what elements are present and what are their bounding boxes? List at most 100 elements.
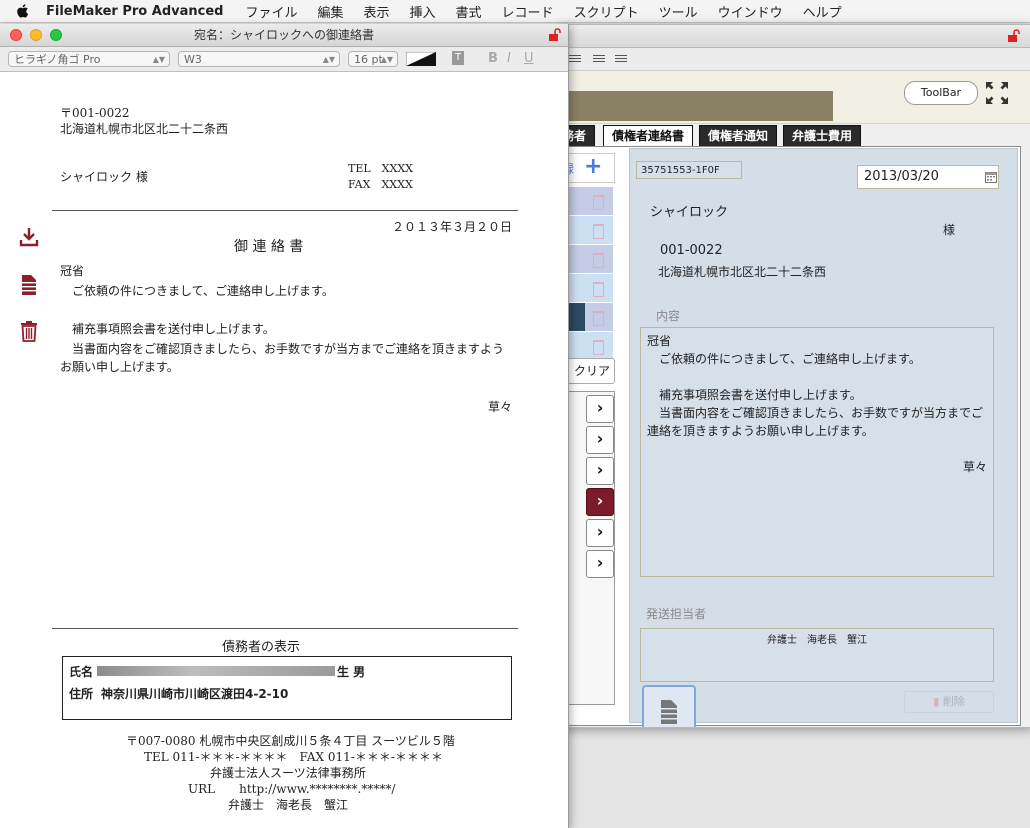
footer-line: 弁護士 海老長 蟹江: [228, 798, 349, 812]
chevron-right-icon[interactable]: ›: [586, 457, 614, 485]
font-weight-value: W3: [184, 53, 202, 66]
footer-line: 弁護士法人スーツ法律事務所: [210, 766, 366, 780]
content-line: 当書面内容をご確認頂きましたら、お手数ですが当方までご: [647, 406, 984, 420]
debtor-address: 神奈川県川崎市川崎区渡田4-2-10: [101, 687, 289, 701]
underline-button[interactable]: U: [524, 51, 534, 66]
menu-tools[interactable]: ツール: [659, 2, 698, 21]
content-field[interactable]: 冠省 ご依頼の件につきまして、ご連絡申し上げます。 補充事項照会書を送付申し上げ…: [640, 327, 994, 577]
navigation-list: › › › › › ›: [561, 391, 615, 705]
minimize-button[interactable]: [30, 29, 42, 41]
app-name-menu[interactable]: FileMaker Pro Advanced: [46, 4, 223, 19]
letter-body-line: ご依頼の件につきまして、ご連絡申し上げます。: [60, 284, 334, 298]
sender-field[interactable]: 弁護士 海老長 蟹江: [640, 628, 994, 682]
trash-icon[interactable]: [593, 311, 604, 326]
align-center-icon[interactable]: [569, 55, 581, 64]
letter-address: 北海道札幌市北区北二十二条西: [60, 122, 229, 136]
date-field[interactable]: 2013/03/20: [857, 165, 999, 189]
trash-icon[interactable]: [593, 340, 604, 355]
font-family-select[interactable]: ヒラギノ角ゴ Pro ▲▼: [8, 51, 170, 67]
unlock-icon[interactable]: [1007, 29, 1021, 43]
letter-body-line: 冠省: [60, 264, 85, 278]
chevron-updown-icon: ▲▼: [152, 55, 165, 64]
add-record-area: 録 +: [561, 153, 615, 183]
trash-icon: ▮: [933, 695, 943, 708]
debtor-box: 氏名 生 男 住所 神奈川県川崎市川崎区渡田4-2-10: [62, 656, 512, 720]
menu-file[interactable]: ファイル: [245, 2, 297, 21]
sender-label: 発送担当者: [646, 607, 707, 621]
menu-edit[interactable]: 編集: [317, 2, 343, 21]
add-icon[interactable]: +: [584, 154, 602, 179]
honorific: 様: [943, 223, 956, 237]
menu-format[interactable]: 書式: [456, 2, 482, 21]
content-label: 内容: [656, 309, 681, 323]
font-size-select[interactable]: 16 pt ▲▼: [348, 51, 398, 67]
letter-body-line: 当書面内容をご確認頂きましたら、お手数ですが当方までご連絡を頂きますよう: [60, 342, 505, 356]
file-stack-icon: [661, 700, 677, 724]
chevron-right-icon[interactable]: ›: [586, 395, 614, 423]
document-icon[interactable]: [18, 274, 40, 296]
chevron-right-icon[interactable]: ›: [586, 488, 614, 516]
toolbar-button[interactable]: ToolBar: [904, 81, 978, 105]
font-family-value: ヒラギノ角ゴ Pro: [14, 53, 101, 66]
italic-button[interactable]: I: [507, 51, 511, 66]
tab-creditor-notice[interactable]: 債権者通知: [699, 125, 778, 147]
menu-window[interactable]: ウインドウ: [718, 2, 783, 21]
close-button[interactable]: [10, 29, 22, 41]
header-band: [561, 91, 833, 121]
font-weight-select[interactable]: W3 ▲▼: [178, 51, 340, 67]
delete-label: 削除: [942, 695, 965, 708]
letter-recipient: シャイロック 様: [60, 170, 148, 184]
postal-code: 001-0022: [660, 243, 723, 258]
recipient-name: シャイロック: [650, 205, 729, 220]
detail-panel: 35751553-1F0F 2013/03/20 シャイロック 様 001-00…: [629, 148, 1018, 727]
chevron-updown-icon: ▲▼: [380, 55, 393, 64]
calendar-icon[interactable]: [985, 171, 997, 183]
trash-icon[interactable]: [593, 282, 604, 297]
unlock-icon[interactable]: [548, 28, 562, 42]
menu-records[interactable]: レコード: [502, 2, 554, 21]
download-icon[interactable]: [18, 226, 40, 248]
fullscreen-icon[interactable]: [985, 81, 1009, 105]
align-right-icon[interactable]: [593, 55, 605, 64]
align-justify-icon[interactable]: [615, 55, 627, 64]
letter-closing: 草々: [488, 400, 513, 414]
content-line: 冠省: [647, 334, 672, 348]
menu-help[interactable]: ヘルプ: [803, 2, 842, 21]
chevron-right-icon[interactable]: ›: [586, 550, 614, 578]
footer-line: URL http://www.********.*****/: [188, 782, 396, 796]
text-color-swatch[interactable]: [406, 52, 436, 66]
tab-attorney-fees[interactable]: 弁護士費用: [783, 125, 862, 147]
font-size-value: 16 pt: [354, 53, 383, 66]
letter-fax: FAX XXXX: [348, 178, 413, 191]
background-window: ToolBar 務者 債権者連絡書 債権者通知 弁護士費用 録 + クリア › …: [560, 24, 1030, 728]
apple-icon[interactable]: [14, 2, 32, 20]
text-style-icon[interactable]: T: [452, 51, 464, 65]
letter-body-line: 補充事項照会書を送付申し上げます。: [60, 322, 275, 336]
divider: [52, 628, 518, 629]
trash-icon[interactable]: [593, 195, 604, 210]
menu-bar: FileMaker Pro Advanced ファイル 編集 表示 挿入 書式 …: [0, 0, 1030, 23]
bold-button[interactable]: B: [488, 51, 498, 66]
letter-window: 宛名：シャイロックへの御連絡書 ヒラギノ角ゴ Pro ▲▼ W3 ▲▼ 16 pt ▲…: [0, 24, 569, 828]
debtor-name-label: 氏名: [69, 665, 94, 679]
trash-icon[interactable]: [593, 253, 604, 268]
delete-button[interactable]: ▮ 削除: [904, 691, 994, 713]
menu-insert[interactable]: 挿入: [410, 2, 436, 21]
trash-icon[interactable]: [18, 320, 40, 342]
trash-icon[interactable]: [593, 224, 604, 239]
footer-line: TEL 011-＊＊＊-＊＊＊＊ FAX 011-＊＊＊-＊＊＊＊: [144, 750, 443, 764]
window-titlebar: 宛名：シャイロックへの御連絡書: [0, 24, 568, 47]
clear-button[interactable]: クリア: [561, 358, 615, 384]
divider: [52, 210, 518, 211]
tab-strip: 務者 債権者連絡書 債権者通知 弁護士費用: [561, 125, 1030, 147]
content-line: 補充事項照会書を送付申し上げます。: [647, 388, 862, 402]
chevron-right-icon[interactable]: ›: [586, 519, 614, 547]
document-button[interactable]: [642, 685, 696, 727]
menu-scripts[interactable]: スクリプト: [574, 2, 639, 21]
tab-creditor-letter[interactable]: 債権者連絡書: [603, 125, 694, 147]
zoom-button[interactable]: [50, 29, 62, 41]
chevron-right-icon[interactable]: ›: [586, 426, 614, 454]
content-closing: 草々: [963, 460, 988, 474]
menu-view[interactable]: 表示: [364, 2, 390, 21]
debtor-address-label: 住所: [69, 687, 94, 701]
